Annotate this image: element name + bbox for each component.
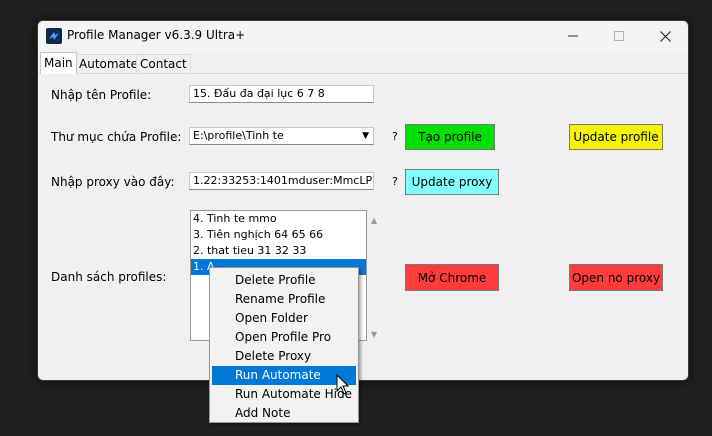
chevron-down-icon[interactable]: ▼ (362, 128, 369, 144)
list-item[interactable]: 2. that tieu 31 32 33 (191, 243, 366, 259)
proxy-label: Nhập proxy vào đây: (51, 175, 175, 189)
title-bar[interactable]: Profile Manager v6.3.9 Ultra+ (38, 21, 688, 51)
minimize-icon (568, 35, 578, 37)
open-chrome-button[interactable]: Mở Chrome (405, 264, 499, 291)
menu-item-run-automate-hide[interactable]: Run Automate Hide (212, 385, 356, 404)
menu-item-run-automate[interactable]: Run Automate (212, 366, 356, 385)
menu-item-delete-proxy[interactable]: Delete Proxy (212, 347, 356, 366)
menu-item-open-folder[interactable]: Open Folder (212, 309, 356, 328)
proxy-input[interactable]: 1.22:33253:1401mduser:MmcLPK (189, 172, 374, 190)
folder-value: E:\profile\Tinh te (193, 129, 284, 142)
window-title: Profile Manager v6.3.9 Ultra+ (67, 28, 246, 42)
profile-name-label: Nhập tên Profile: (51, 88, 152, 102)
update-profile-button[interactable]: Update profile (569, 124, 663, 150)
list-item[interactable]: 4. Tinh te mmo (191, 211, 366, 227)
folder-help-icon[interactable]: ? (392, 130, 398, 143)
scroll-down-icon[interactable]: ▼ (371, 330, 377, 339)
scroll-up-icon[interactable]: ▲ (371, 216, 377, 225)
tab-contact[interactable]: Contact (136, 54, 191, 73)
menu-item-add-note[interactable]: Add Note (212, 404, 356, 423)
tab-bar: Main Automate Contact (38, 52, 688, 74)
profile-name-input[interactable]: 15. Đấu đa đại lục 6 7 8 (189, 85, 374, 103)
minimize-button[interactable] (550, 21, 596, 51)
menu-item-open-profile-pro[interactable]: Open Profile Pro (212, 328, 356, 347)
folder-combobox[interactable]: E:\profile\Tinh te ▼ (189, 127, 374, 145)
app-window: Profile Manager v6.3.9 Ultra+ Main Autom… (37, 20, 689, 381)
tab-automate[interactable]: Automate (75, 54, 142, 73)
open-no-proxy-button[interactable]: Open no proxy (569, 264, 663, 291)
list-item[interactable]: 3. Tiên nghịch 64 65 66 (191, 227, 366, 243)
maximize-icon (614, 31, 624, 41)
menu-item-rename-profile[interactable]: Rename Profile (212, 290, 356, 309)
profiles-label: Danh sách profiles: (51, 270, 167, 284)
menu-item-delete-profile[interactable]: Delete Profile (212, 271, 356, 290)
tab-main[interactable]: Main (40, 52, 77, 74)
update-proxy-button[interactable]: Update proxy (405, 169, 499, 195)
close-button[interactable] (642, 21, 688, 51)
close-icon (659, 30, 671, 42)
maximize-button[interactable] (596, 21, 642, 51)
proxy-help-icon[interactable]: ? (392, 175, 398, 188)
create-profile-button[interactable]: Tạo profile (405, 124, 495, 150)
app-logo-icon (46, 28, 62, 44)
mouse-cursor-icon (336, 374, 350, 395)
folder-label: Thư mục chứa Profile: (51, 130, 182, 144)
context-menu: Delete Profile Rename Profile Open Folde… (209, 267, 359, 423)
